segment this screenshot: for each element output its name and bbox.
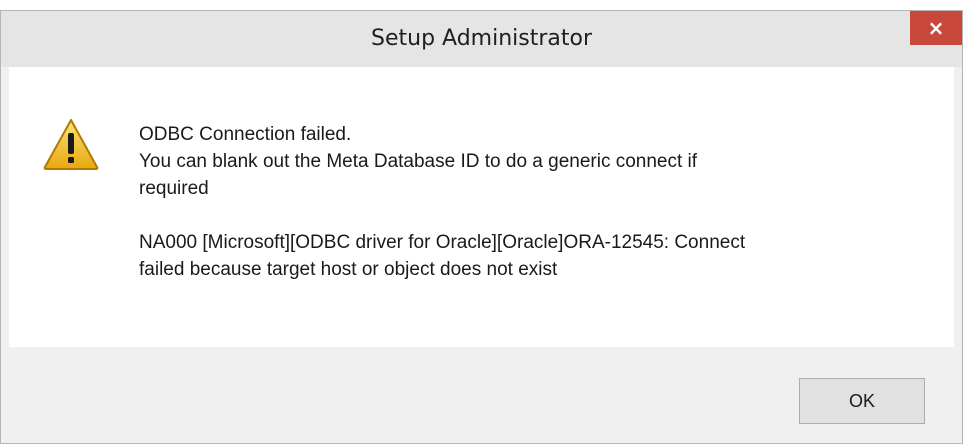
message-line: required [139, 178, 209, 199]
close-button[interactable]: × [910, 11, 962, 45]
message-line: You can blank out the Meta Database ID t… [139, 151, 698, 172]
message-line: ODBC Connection failed. [139, 124, 352, 145]
ok-button[interactable]: OK [799, 378, 925, 424]
error-line: failed because target host or object doe… [139, 259, 558, 280]
warning-icon [43, 119, 99, 170]
titlebar[interactable]: Setup Administrator × [1, 11, 962, 67]
dialog-window: Setup Administrator × ODBC Connection fa… [0, 10, 963, 444]
error-line: NA000 [Microsoft][ODBC driver for Oracle… [139, 232, 746, 253]
message-area: ODBC Connection failed. You can blank ou… [9, 67, 954, 347]
button-bar: OK [9, 347, 954, 443]
close-icon: × [927, 16, 945, 40]
message-text: ODBC Connection failed. You can blank ou… [139, 121, 929, 283]
dialog-title: Setup Administrator [371, 26, 592, 51]
